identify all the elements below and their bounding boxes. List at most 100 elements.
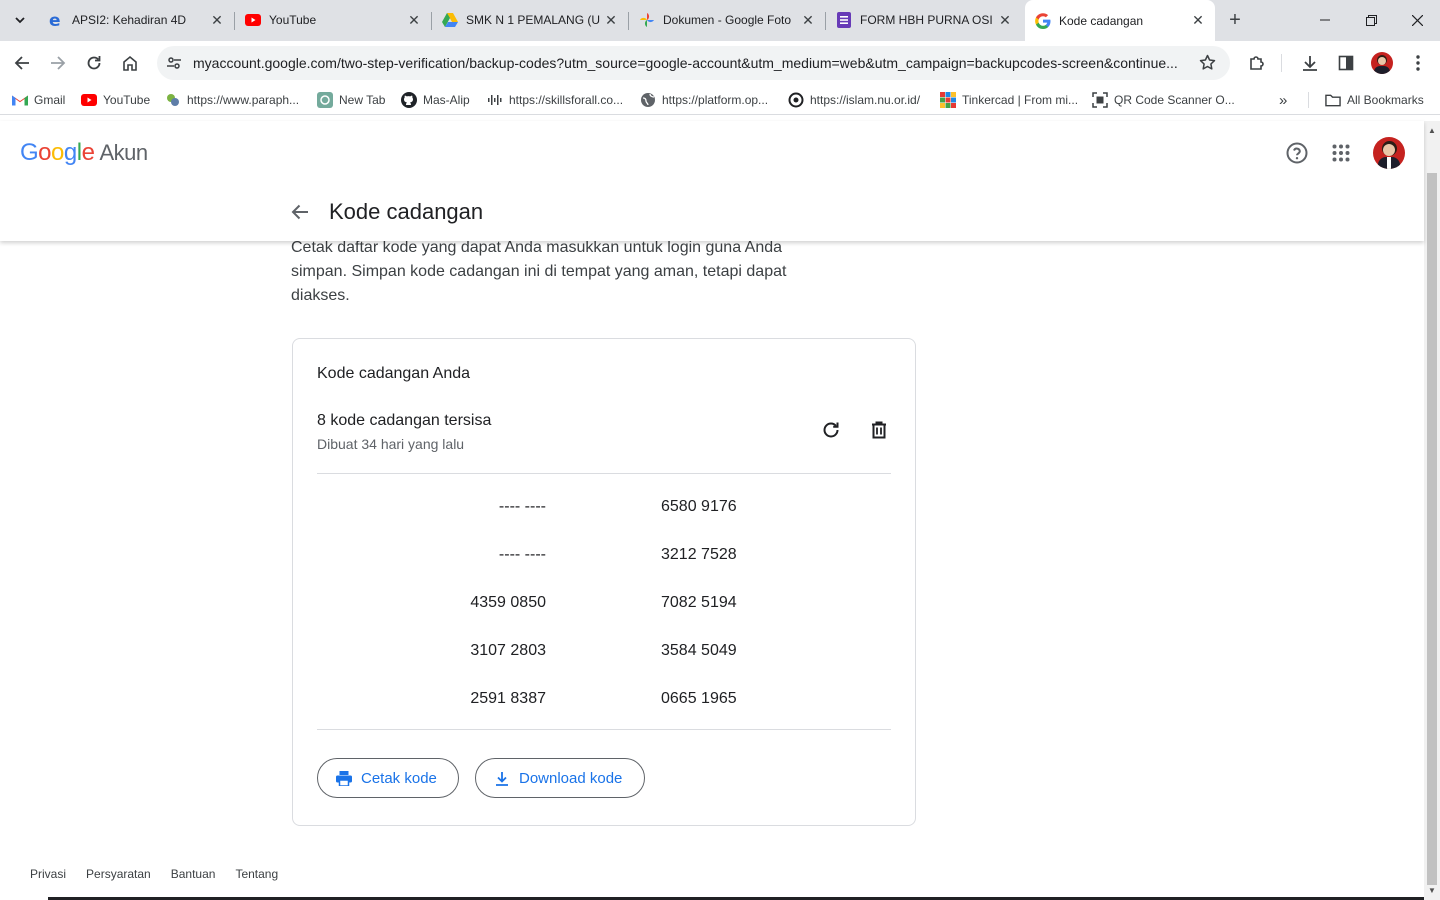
close-window-button[interactable] [1394, 0, 1440, 40]
close-tab-icon[interactable]: ✕ [799, 11, 817, 29]
restore-button[interactable] [1348, 0, 1394, 40]
star-icon[interactable] [1199, 54, 1216, 71]
backup-code-used: ---- ---- [498, 498, 546, 515]
product-name: Akun [99, 140, 148, 165]
site-settings-icon[interactable] [166, 55, 182, 71]
backup-code: 4359 0850 [470, 594, 546, 611]
tab-title: Dokumen - Google Foto [663, 13, 792, 27]
scroll-up-arrow[interactable]: ▲ [1424, 122, 1440, 138]
close-tab-icon[interactable]: ✕ [996, 11, 1014, 29]
tab-title: APSI2: Kehadiran 4D [72, 13, 187, 27]
google-g-icon [1035, 12, 1051, 29]
backup-code: 3212 7528 [661, 546, 737, 563]
tinkercad-icon [940, 92, 956, 108]
close-tab-icon[interactable]: ✕ [602, 11, 620, 29]
google-apps-button[interactable] [1321, 133, 1361, 173]
back-button[interactable] [286, 198, 314, 226]
more-bookmarks-button[interactable]: » [1279, 91, 1287, 109]
extensions-button[interactable] [1243, 49, 1271, 77]
help-button[interactable] [1277, 133, 1317, 173]
footer-link-help[interactable]: Bantuan [171, 867, 216, 881]
folder-icon [1325, 92, 1341, 108]
bookmark-paraphrase[interactable]: https://www.paraph... [165, 91, 299, 109]
minimize-button[interactable] [1302, 0, 1348, 40]
created-date-text: Dibuat 34 hari yang lalu [317, 436, 465, 452]
bookmark-qr-scanner[interactable]: QR Code Scanner O... [1092, 91, 1235, 109]
bookmark-youtube[interactable]: YouTube [81, 91, 150, 109]
close-tab-icon[interactable]: ✕ [1189, 12, 1207, 30]
bookmark-label: Tinkercad | From mi... [962, 93, 1079, 107]
new-tab-button[interactable]: + [1224, 9, 1246, 31]
profile-button[interactable] [1368, 49, 1396, 77]
bookmark-new-tab[interactable]: New Tab [317, 91, 385, 109]
forward-button[interactable] [44, 49, 72, 77]
tab-title: Kode cadangan [1059, 13, 1144, 28]
footer-link-privacy[interactable]: Privasi [30, 867, 66, 881]
bookmark-label: All Bookmarks [1347, 93, 1424, 107]
tab-form-hbh[interactable]: FORM HBH PURNA OSI ✕ [826, 6, 1022, 34]
scrollbar-thumb[interactable] [1427, 173, 1437, 885]
tab-search-button[interactable] [8, 8, 32, 32]
close-tab-icon[interactable]: ✕ [405, 11, 423, 29]
bookmark-tinkercad[interactable]: Tinkercad | From mi... [940, 91, 1078, 109]
browser-menu-button[interactable] [1404, 49, 1432, 77]
page-description: Cetak daftar kode yang dapat Anda masukk… [291, 239, 787, 304]
restore-icon [1365, 14, 1377, 26]
regenerate-codes-button[interactable] [813, 412, 849, 448]
scroll-down-arrow[interactable]: ▼ [1424, 882, 1440, 898]
card-title: Kode cadangan Anda [317, 365, 471, 382]
bookmark-platform[interactable]: https://platform.op... [640, 91, 768, 109]
bookmark-mas-alip[interactable]: Mas-Alip [401, 91, 470, 109]
tab-youtube[interactable]: YouTube ✕ [235, 6, 431, 34]
google-photos-icon [639, 12, 655, 28]
arrow-right-icon [51, 56, 66, 70]
bookmark-gmail[interactable]: Gmail [12, 91, 65, 109]
bookmark-label: https://islam.nu.or.id/ [810, 93, 921, 107]
google-wordmark: Google [20, 139, 95, 166]
help-icon [1286, 142, 1308, 164]
tab-kode-cadangan[interactable]: Kode cadangan ✕ [1025, 0, 1215, 41]
toolbar-divider [1281, 54, 1282, 72]
home-button[interactable] [116, 49, 144, 77]
side-panel-button[interactable] [1332, 49, 1360, 77]
tab-title: FORM HBH PURNA OSI [860, 13, 993, 27]
delete-codes-button[interactable] [861, 412, 897, 448]
backup-code: 7082 5194 [661, 594, 737, 611]
downloads-button[interactable] [1296, 49, 1324, 77]
print-codes-button[interactable]: Cetak kode [317, 758, 459, 798]
tab-google-foto[interactable]: Dokumen - Google Foto ✕ [629, 6, 825, 34]
bookmark-label: New Tab [339, 93, 386, 107]
footer-link-terms[interactable]: Persyaratan [86, 867, 151, 881]
minimize-icon [1320, 19, 1330, 21]
address-bar[interactable]: myaccount.google.com/two-step-verificati… [157, 46, 1230, 80]
print-codes-label: Cetak kode [361, 769, 437, 787]
tab-apsi2[interactable]: e APSI2: Kehadiran 4D ✕ [38, 6, 234, 34]
tab-smk-drive[interactable]: SMK N 1 PEMALANG (U ✕ [432, 6, 628, 34]
svg-text:e: e [49, 12, 61, 28]
tab-strip: e APSI2: Kehadiran 4D ✕ YouTube ✕ SMK N … [0, 0, 1440, 41]
browser-toolbar: myaccount.google.com/two-step-verificati… [0, 41, 1440, 85]
tab-title: YouTube [269, 13, 317, 27]
back-button[interactable] [8, 49, 36, 77]
account-avatar[interactable] [1373, 137, 1405, 169]
bookmark-label: https://www.paraph... [187, 93, 300, 107]
paraphrase-icon [165, 92, 181, 108]
bookmark-label: https://skillsforall.co... [509, 93, 624, 107]
url-text: myaccount.google.com/two-step-verificati… [193, 55, 1178, 71]
page-title: Kode cadangan [329, 199, 484, 224]
nu-icon [788, 92, 804, 108]
printer-icon [336, 770, 352, 786]
download-codes-button[interactable]: Download kode [475, 758, 645, 798]
all-bookmarks-button[interactable]: All Bookmarks [1325, 91, 1424, 109]
card-divider [317, 729, 891, 730]
footer-link-about[interactable]: Tentang [235, 867, 278, 881]
tab-title: SMK N 1 PEMALANG (U [466, 13, 601, 27]
reload-button[interactable] [80, 49, 108, 77]
close-tab-icon[interactable]: ✕ [208, 11, 226, 29]
download-icon [494, 770, 510, 786]
google-account-logo[interactable]: Google Akun [20, 139, 148, 167]
more-vert-icon [1416, 55, 1420, 71]
bookmark-skillsforall[interactable]: https://skillsforall.co... [487, 91, 623, 109]
bookmark-islam-nu[interactable]: https://islam.nu.or.id/ [788, 91, 920, 109]
account-header: Google Akun [0, 121, 1424, 241]
